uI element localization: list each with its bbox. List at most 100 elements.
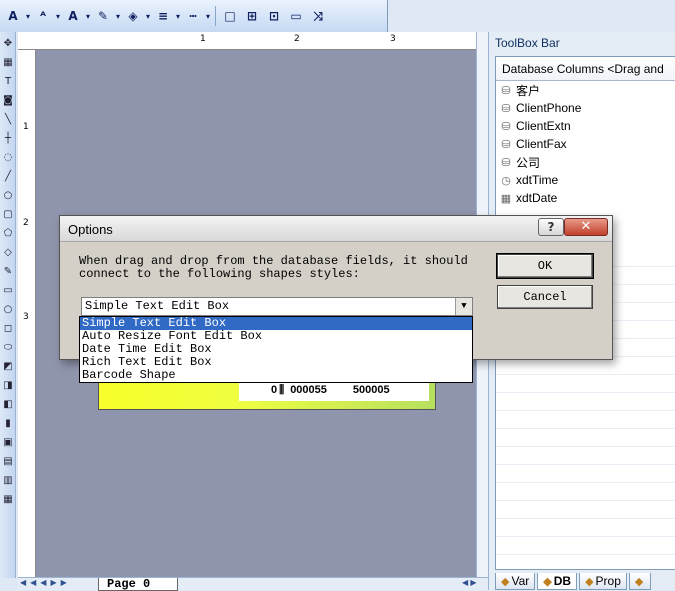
toolbox-tabs: ◆ Var ◆ DB ◆ Prop ◆ — [495, 573, 675, 590]
database-columns-header: Database Columns <Drag and — [496, 57, 675, 81]
empty-row — [496, 393, 675, 411]
tab-more[interactable]: ◆ — [628, 573, 652, 590]
tab-db[interactable]: ◆ DB — [537, 573, 578, 590]
db-column-label: ClientPhone — [516, 101, 582, 115]
scroll-left-right-icon[interactable]: ◀ ▶ — [462, 578, 477, 587]
bar-icon[interactable]: ▮ — [1, 417, 15, 430]
tab-icon: ◆ — [543, 575, 552, 588]
database-icon: ⛁ — [501, 156, 511, 169]
circle-icon[interactable]: ○ — [1, 303, 15, 316]
border-box-icon[interactable]: □ — [219, 4, 241, 28]
shape-b-icon[interactable]: ◨ — [1, 379, 15, 392]
empty-row — [496, 465, 675, 483]
dropdown-arrow-icon[interactable]: ▾ — [24, 12, 32, 21]
db-column-item[interactable]: ⛁ ClientExtn — [496, 117, 675, 135]
page-nav-arrows-icon[interactable]: ◀◀◀▶▶ — [20, 578, 71, 587]
ruler-label-1: 1 — [200, 34, 206, 44]
field-value-0: 0 — [271, 384, 278, 396]
tab-label: Prop — [595, 574, 621, 588]
empty-row — [496, 483, 675, 501]
font-color-icon[interactable]: A — [62, 4, 84, 28]
dialog-titlebar[interactable]: Options ? ✕ — [60, 216, 612, 242]
dropdown-option[interactable]: Barcode Shape — [80, 369, 472, 382]
fill-bucket-icon[interactable]: ◈ — [122, 4, 144, 28]
box-icon[interactable]: ▣ — [1, 436, 15, 449]
grid-c-icon[interactable]: ▦ — [1, 493, 15, 506]
grid-icon[interactable]: ⊞ — [241, 4, 263, 28]
ok-button[interactable]: OK — [496, 253, 594, 279]
text-icon[interactable]: T — [1, 75, 15, 88]
tab-prop[interactable]: ◆ Prop — [579, 573, 627, 590]
db-column-item[interactable]: ◷ xdtTime — [496, 171, 675, 189]
toolbar-separator — [215, 6, 216, 26]
db-column-item[interactable]: ⛁ ClientFax — [496, 135, 675, 153]
ruler-label-v1: 1 — [23, 122, 29, 132]
tab-var[interactable]: ◆ Var — [495, 573, 536, 590]
shape-style-dropdown-list[interactable]: Simple Text Edit Box Auto Resize Font Edi… — [79, 316, 473, 383]
select-icon[interactable]: ✥ — [1, 37, 15, 50]
grid-a-icon[interactable]: ▤ — [1, 455, 15, 468]
toolbox-title: ToolBox Bar — [495, 36, 560, 50]
line-icon[interactable]: ╲ — [1, 113, 15, 126]
rect-icon[interactable]: ▢ — [1, 208, 15, 221]
database-icon: ⛁ — [501, 102, 511, 115]
database-icon: ⛁ — [501, 120, 511, 133]
table-icon[interactable]: ▦ — [1, 56, 15, 69]
empty-row — [496, 375, 675, 393]
clock-icon: ◷ — [501, 174, 511, 187]
tab-label: DB — [553, 574, 572, 588]
dropdown-arrow-icon[interactable]: ▾ — [54, 12, 62, 21]
grid-dotted-icon[interactable]: ⊡ — [263, 4, 285, 28]
format-toolbar: A ▾ ᴬ ▾ A ▾ ✎ ▾ ◈ ▾ ≡ ▾ ┅ ▾ □ ⊞ ⊡ ▭ ⤨ — [0, 0, 388, 32]
db-column-label: xdtTime — [516, 173, 559, 187]
pen-icon[interactable]: ✎ — [1, 265, 15, 278]
db-column-item[interactable]: ▦ xdtDate — [496, 189, 675, 207]
image-icon[interactable]: ◙ — [1, 94, 15, 107]
dropdown-arrow-icon[interactable]: ▾ — [114, 12, 122, 21]
arc-icon[interactable]: ◌ — [1, 151, 15, 164]
square-icon[interactable]: ◻ — [1, 322, 15, 335]
diagonal-icon[interactable]: ╱ — [1, 170, 15, 183]
shape-style-combobox[interactable]: Simple Text Edit Box ▼ — [81, 297, 473, 316]
highlight-pen-icon[interactable]: ✎ — [92, 4, 114, 28]
ellipse-icon[interactable]: ○ — [1, 189, 15, 202]
connector-icon[interactable]: ⤨ — [307, 4, 329, 28]
help-button[interactable]: ? — [538, 218, 564, 236]
dropdown-arrow-icon[interactable]: ▾ — [144, 12, 152, 21]
dropdown-arrow-icon[interactable]: ▾ — [204, 12, 212, 21]
font-size-icon[interactable]: A — [2, 4, 24, 28]
tab-icon: ◆ — [634, 575, 644, 588]
frame-icon[interactable]: ▭ — [1, 284, 15, 297]
oval-icon[interactable]: ⬭ — [1, 341, 15, 354]
empty-row — [496, 537, 675, 555]
page-tab[interactable]: Page 0 — [98, 578, 178, 591]
line-weight-icon[interactable]: ≡ — [152, 4, 174, 28]
grid-b-icon[interactable]: ▥ — [1, 474, 15, 487]
db-column-item[interactable]: ⛁ ClientPhone — [496, 99, 675, 117]
db-column-item[interactable]: ⛁ 客户 — [496, 81, 675, 99]
cancel-button[interactable]: Cancel — [497, 285, 593, 309]
empty-row — [496, 411, 675, 429]
tab-icon: ◆ — [501, 575, 510, 588]
horizontal-ruler: 1 2 3 — [18, 32, 476, 50]
shape-a-icon[interactable]: ◩ — [1, 360, 15, 373]
field-value-1: 000055 — [290, 384, 327, 396]
dropdown-arrow-icon[interactable]: ▾ — [84, 12, 92, 21]
dropdown-arrow-icon[interactable]: ▾ — [174, 12, 182, 21]
ruler-label-v2: 2 — [23, 218, 29, 228]
db-column-item[interactable]: ⛁ 公司 — [496, 153, 675, 171]
diamond-icon[interactable]: ◇ — [1, 246, 15, 259]
chevron-down-icon[interactable]: ▼ — [455, 298, 472, 315]
close-button[interactable]: ✕ — [564, 218, 608, 236]
tab-icon: ◆ — [585, 575, 594, 588]
font-shrink-icon[interactable]: ᴬ — [32, 4, 54, 28]
line-style-icon[interactable]: ┅ — [182, 4, 204, 28]
dialog-title: Options — [68, 222, 113, 237]
vertical-ruler: 1 2 3 — [18, 50, 36, 578]
frame-icon[interactable]: ▭ — [285, 4, 307, 28]
db-column-label: ClientExtn — [516, 119, 571, 133]
database-icon: ⛁ — [501, 138, 511, 151]
cross-icon[interactable]: ┼ — [1, 132, 15, 145]
shape-c-icon[interactable]: ◧ — [1, 398, 15, 411]
polygon-icon[interactable]: ⬠ — [1, 227, 15, 240]
